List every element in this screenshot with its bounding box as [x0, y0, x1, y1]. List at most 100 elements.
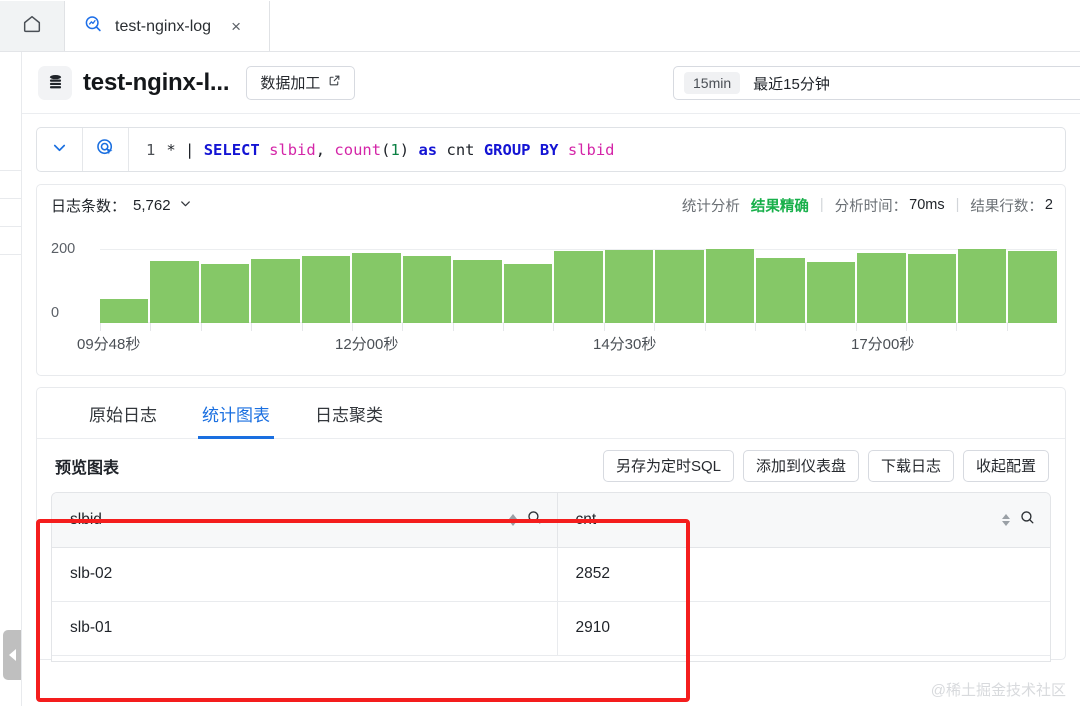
accuracy-badge: 结果精确	[750, 198, 809, 215]
x-axis-labels: 09分48秒 12分00秒 14分30秒 17分00秒	[37, 333, 1057, 357]
page-title: test-nginx-l...	[83, 68, 230, 96]
query-token: 1	[390, 140, 400, 159]
x-axis-tick-label: 12分00秒	[335, 336, 399, 353]
sort-icon[interactable]	[508, 513, 517, 526]
x-axis-tick	[150, 323, 200, 331]
button-label: 另存为定时SQL	[615, 458, 721, 475]
sort-icon[interactable]	[1002, 513, 1010, 526]
close-icon[interactable]: ×	[226, 18, 246, 35]
histogram-bar[interactable]	[402, 256, 452, 323]
tab-statistics-chart[interactable]: 统计图表	[198, 388, 274, 439]
tab-raw-logs[interactable]: 原始日志	[89, 388, 157, 439]
histogram-bar[interactable]	[200, 263, 250, 323]
histogram-chart: 200 0 09分48秒 12分00秒 14分30秒 17分00秒	[37, 225, 1057, 375]
left-rail	[0, 52, 22, 706]
preview-title: 预览图表	[55, 459, 120, 477]
browser-tabstrip: test-nginx-log ×	[0, 0, 1080, 52]
add-to-dashboard-button[interactable]: 添加到仪表盘	[742, 449, 859, 482]
query-token: (	[381, 140, 391, 159]
rail-divider	[0, 254, 22, 255]
x-axis-tick	[906, 323, 956, 331]
x-axis-tick	[351, 323, 402, 331]
x-axis-tick	[805, 323, 855, 331]
x-axis-tick	[654, 323, 704, 331]
stats-separator: |	[819, 197, 824, 213]
tab-log-clustering[interactable]: 日志聚类	[315, 388, 383, 439]
histogram-bar[interactable]	[756, 258, 805, 323]
cell-cnt: 2910	[557, 601, 1050, 656]
histogram-bar[interactable]	[503, 264, 553, 323]
preview-toolbar: 预览图表 另存为定时SQL 添加到仪表盘 下载日志 收起配置	[37, 439, 1065, 492]
histogram-bars	[100, 248, 1057, 323]
histogram-bar[interactable]	[453, 260, 502, 323]
download-logs-button[interactable]: 下载日志	[867, 449, 954, 482]
sidebar-collapse-handle[interactable]	[3, 630, 21, 680]
preview-actions: 另存为定时SQL 添加到仪表盘 下载日志 收起配置	[602, 449, 1049, 482]
page-header: test-nginx-l... 数据加工 15min 最近15分钟	[22, 52, 1080, 114]
x-axis-tick-label: 14分30秒	[593, 336, 657, 353]
home-button[interactable]	[0, 1, 65, 52]
result-table: slbid cnt slb-02 2852 slb-01 2910	[52, 493, 1050, 656]
x-axis-tick	[301, 323, 352, 331]
x-axis-tick	[754, 323, 805, 331]
search-icon[interactable]	[526, 509, 543, 531]
row-count-value: 2	[1044, 197, 1053, 213]
query-expand-button[interactable]	[37, 128, 83, 171]
histogram-plot-area	[100, 248, 1057, 323]
save-as-scheduled-sql-button[interactable]: 另存为定时SQL	[602, 449, 734, 482]
chevron-down-icon	[50, 138, 69, 162]
query-editor[interactable]: 1 * | SELECT slbid, count(1) as cnt GROU…	[129, 128, 1065, 171]
x-axis-tick	[603, 323, 654, 331]
search-icon[interactable]	[1019, 509, 1036, 531]
query-token: ,	[315, 140, 326, 159]
table-row[interactable]: slb-01 2910	[52, 601, 1050, 656]
rail-divider-group	[0, 170, 22, 282]
query-token: )	[399, 140, 410, 159]
column-label: slbid	[70, 510, 102, 528]
log-count-value: 5,762	[133, 196, 171, 214]
stats-separator: |	[955, 197, 960, 213]
histogram-bar[interactable]	[554, 251, 603, 323]
histogram-bar[interactable]	[655, 250, 704, 323]
query-target-button[interactable]	[83, 128, 129, 171]
histogram-bar[interactable]	[857, 252, 906, 323]
histogram-bar[interactable]	[100, 298, 149, 323]
column-label: cnt	[575, 510, 597, 528]
x-axis-tick-label: 09分48秒	[77, 336, 141, 353]
y-axis-tick-bottom: 0	[51, 305, 60, 321]
browser-tab-test-nginx-log[interactable]: test-nginx-log ×	[65, 1, 270, 52]
log-count-dropdown[interactable]: 日志条数： 5,762	[51, 195, 193, 216]
tab-label: 原始日志	[89, 405, 157, 425]
x-axis-tick-label: 17分00秒	[851, 336, 915, 353]
query-token: BY	[539, 140, 559, 159]
query-token: slbid	[567, 140, 615, 159]
histogram-bar[interactable]	[150, 260, 199, 323]
time-range-picker[interactable]: 15min 最近15分钟	[673, 66, 1080, 100]
histogram-bar[interactable]	[705, 248, 755, 323]
analysis-mode-label: 统计分析	[681, 198, 740, 215]
histogram-bar[interactable]	[301, 256, 351, 323]
table-header-cnt[interactable]: cnt	[557, 493, 1050, 548]
query-token: GROUP	[483, 140, 531, 159]
histogram-bar[interactable]	[251, 259, 300, 323]
rail-divider	[0, 226, 22, 227]
external-link-icon	[328, 74, 341, 91]
histogram-bar[interactable]	[957, 249, 1007, 323]
collapse-config-button[interactable]: 收起配置	[962, 449, 1049, 482]
stats-bar: 日志条数： 5,762 统计分析 结果精确 | 分析时间： 70ms | 结果行…	[37, 185, 1065, 225]
watermark: @稀土掘金技术社区	[930, 682, 1066, 699]
x-axis-tick	[704, 323, 755, 331]
query-token: |	[185, 140, 195, 159]
histogram-bar[interactable]	[352, 252, 401, 323]
table-row[interactable]: slb-02 2852	[52, 547, 1050, 602]
histogram-bar[interactable]	[604, 250, 654, 323]
table-body: slb-02 2852 slb-01 2910	[52, 547, 1050, 656]
table-header-slbid[interactable]: slbid	[52, 493, 558, 548]
x-axis-tick	[553, 323, 603, 331]
histogram-bar[interactable]	[1008, 251, 1057, 323]
histogram-bar[interactable]	[907, 254, 956, 323]
x-axis-tick	[503, 323, 553, 331]
histogram-bar[interactable]	[806, 262, 856, 323]
data-process-button[interactable]: 数据加工	[246, 65, 356, 100]
query-target-icon	[95, 137, 116, 163]
